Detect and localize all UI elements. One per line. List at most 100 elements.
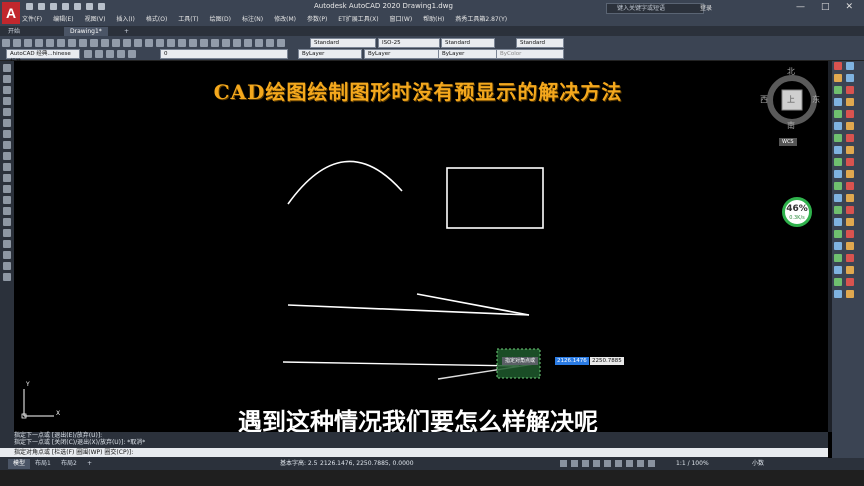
lineweight-select[interactable]: ByLayer — [438, 49, 498, 59]
copy-icon[interactable] — [846, 62, 854, 70]
tab-model[interactable]: 模型 — [8, 459, 31, 469]
annotation-scale[interactable]: 1:1 / 100% — [676, 459, 709, 469]
table-style-select[interactable]: Standard — [441, 38, 495, 48]
arc-shape[interactable] — [287, 160, 403, 205]
extend-icon[interactable] — [834, 122, 842, 130]
transparency-icon[interactable] — [637, 460, 644, 467]
tool-icon[interactable] — [834, 194, 842, 202]
rotate-icon[interactable] — [834, 98, 842, 106]
line-shape[interactable] — [287, 304, 530, 316]
drawing-canvas[interactable] — [14, 61, 828, 432]
tool-icon[interactable] — [255, 38, 263, 47]
dynamic-input-x[interactable]: 2126.1476 — [555, 357, 589, 365]
polar-icon[interactable] — [593, 460, 600, 467]
open-icon[interactable] — [38, 3, 45, 10]
dynamic-input-y[interactable]: 2250.7885 — [590, 357, 624, 365]
explode-icon[interactable] — [846, 146, 854, 154]
tool-icon[interactable] — [167, 38, 175, 47]
tool-icon[interactable] — [834, 182, 842, 190]
tab-start[interactable]: 开始 — [2, 27, 26, 36]
tab-drawing1[interactable]: Drawing1* — [64, 27, 108, 36]
tool-icon[interactable] — [846, 266, 854, 274]
search-input[interactable]: 键入关键字或短语 — [606, 3, 704, 14]
tab-add-layout[interactable]: + — [82, 459, 97, 469]
tool-icon[interactable] — [68, 38, 76, 47]
tool-icon[interactable] — [846, 278, 854, 286]
tool-icon[interactable] — [123, 38, 131, 47]
tool-icon[interactable] — [846, 182, 854, 190]
tool-icon[interactable] — [200, 38, 208, 47]
tool-icon[interactable] — [834, 230, 842, 238]
tool-icon[interactable] — [834, 290, 842, 298]
linetype-select[interactable]: ByLayer — [364, 49, 442, 59]
tool-icon[interactable] — [101, 38, 109, 47]
undo-icon[interactable] — [86, 3, 93, 10]
redo-icon[interactable] — [98, 3, 105, 10]
tool-icon[interactable] — [846, 290, 854, 298]
spline-icon[interactable] — [3, 152, 11, 160]
lineweight-icon[interactable] — [626, 460, 633, 467]
ortho-icon[interactable] — [582, 460, 589, 467]
point-icon[interactable] — [3, 207, 11, 215]
tool-icon[interactable] — [834, 218, 842, 226]
revision-cloud-icon[interactable] — [3, 141, 11, 149]
close-button[interactable]: ✕ — [846, 2, 854, 12]
chamfer-icon[interactable] — [846, 134, 854, 142]
offset-icon[interactable] — [846, 74, 854, 82]
viewcube-west[interactable]: 西 — [760, 94, 768, 105]
table-icon[interactable] — [3, 251, 11, 259]
mirror-icon[interactable] — [834, 74, 842, 82]
tool-icon[interactable] — [834, 242, 842, 250]
text-style-select[interactable]: Standard — [310, 38, 376, 48]
tool-icon[interactable] — [189, 38, 197, 47]
menu-parametric[interactable]: 参数(P) — [307, 14, 327, 23]
menu-dimension[interactable]: 标注(N) — [242, 14, 263, 23]
tab-add[interactable]: + — [118, 27, 135, 36]
stretch-icon[interactable] — [834, 110, 842, 118]
insert-block-icon[interactable] — [3, 185, 11, 193]
tab-layout1[interactable]: 布局1 — [30, 459, 56, 469]
lock-icon[interactable] — [117, 49, 125, 58]
move-icon[interactable] — [846, 86, 854, 94]
viewcube[interactable]: 北 南 东 西 上 — [760, 66, 822, 146]
tool-icon[interactable] — [156, 38, 164, 47]
ellipse-arc-icon[interactable] — [3, 174, 11, 182]
menu-format[interactable]: 格式(O) — [146, 14, 167, 23]
wcs-menu[interactable]: WCS — [779, 138, 797, 146]
snap-icon[interactable] — [571, 460, 578, 467]
color-swatch-icon[interactable] — [128, 49, 136, 58]
tool-icon[interactable] — [79, 38, 87, 47]
tool-icon[interactable] — [145, 38, 153, 47]
trim-icon[interactable] — [846, 110, 854, 118]
tool-icon[interactable] — [846, 158, 854, 166]
tool-icon[interactable] — [2, 38, 10, 47]
osnap-icon[interactable] — [604, 460, 611, 467]
grid-icon[interactable] — [560, 460, 567, 467]
viewcube-north[interactable]: 北 — [787, 66, 795, 77]
color-select[interactable]: ByLayer — [298, 49, 362, 59]
tool-icon[interactable] — [834, 170, 842, 178]
workspace-select[interactable]: AutoCAD 经典...hinese 标准 — [6, 49, 80, 65]
menu-view[interactable]: 视图(V) — [85, 14, 106, 23]
menu-edit[interactable]: 编辑(E) — [53, 14, 73, 23]
otrack-icon[interactable] — [615, 460, 622, 467]
gradient-icon[interactable] — [3, 229, 11, 237]
print-icon[interactable] — [74, 3, 81, 10]
tool-icon[interactable] — [57, 38, 65, 47]
menu-yanxiu-toolbox[interactable]: 燕秀工具箱2.87(Y) — [455, 14, 507, 23]
tool-icon[interactable] — [233, 38, 241, 47]
line-shape[interactable] — [282, 361, 520, 367]
tool-icon[interactable] — [834, 278, 842, 286]
command-input[interactable]: 指定对角点或 [栏选(F) 圈围(WP) 圈交(CP)]: — [0, 448, 828, 457]
viewcube-top[interactable]: 上 — [787, 94, 795, 105]
units-select[interactable]: 小数 — [752, 459, 764, 469]
ellipse-icon[interactable] — [3, 163, 11, 171]
rectangle-shape[interactable] — [446, 167, 544, 229]
tool-icon[interactable] — [178, 38, 186, 47]
tool-icon[interactable] — [277, 38, 285, 47]
menu-file[interactable]: 文件(F) — [22, 14, 42, 23]
tool-icon[interactable] — [211, 38, 219, 47]
make-block-icon[interactable] — [3, 196, 11, 204]
multileader-style-select[interactable]: Standard — [516, 38, 564, 48]
menu-modify[interactable]: 修改(M) — [274, 14, 296, 23]
